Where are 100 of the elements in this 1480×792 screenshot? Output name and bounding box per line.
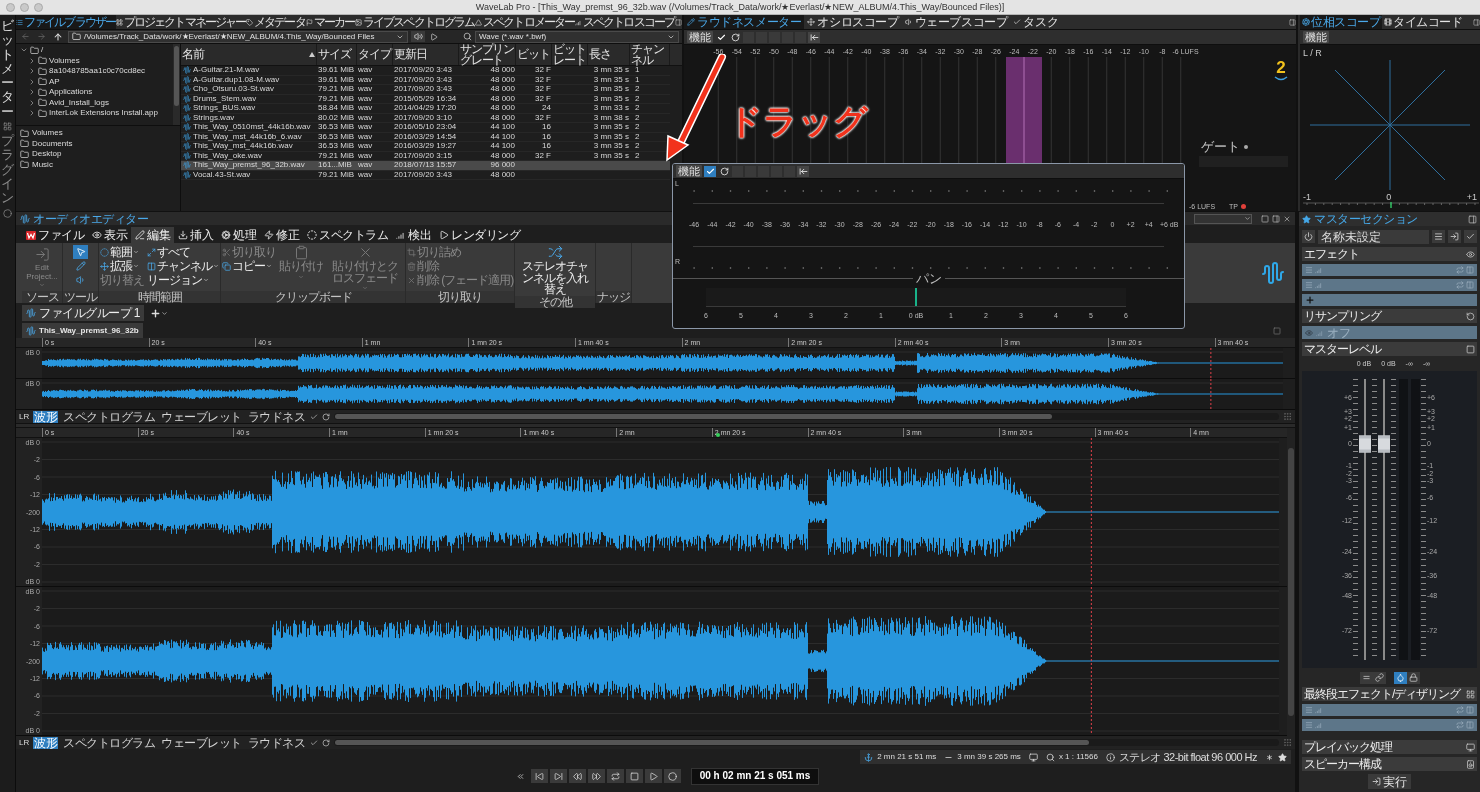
table-cell: 2017/09/20 3:43 [394,84,452,94]
table-cell: 2017/09/20 3:43 [394,74,452,84]
table-cell: 16 [542,141,551,151]
group-label: 切り取り [406,291,515,303]
panel-title: オーディオエディター [33,212,148,225]
table-cell: 32 F [535,65,551,75]
group-label: クリップボード [221,291,405,303]
table-cell: Strings_BUS.wav [193,104,256,113]
table-cell: 2017/09/20 3:43 [394,65,452,75]
channel-label: L / R [1303,49,1323,58]
table-cell: 3 mn 35 s [593,141,629,151]
table-cell: This_Way_mst_44k16b_6.wav [193,132,302,141]
table-cell: 44 100 [490,131,515,141]
table-cell: 2 [635,141,640,151]
table-cell: 2014/04/29 17:20 [394,103,457,113]
table-cell: 39.61 MiB [318,65,355,75]
table-cell: 44 100 [490,122,515,132]
table-cell: 2 [635,131,640,141]
logo-number: 2 [1276,59,1286,76]
table-cell: 2 [635,93,640,103]
table-cell: This_Way_oke.wav [193,151,263,160]
table-cell: wav [358,150,373,160]
cursor-position: 2 mn 21 s 51 ms [877,753,937,761]
table-cell: 2018/07/13 15:57 [394,160,457,170]
table-cell: 48 000 [490,112,515,122]
table-cell: 3 mn 35 s [593,74,629,84]
table-cell: 2016/05/10 23:04 [394,122,457,132]
table-cell: 16 [542,122,551,132]
table-cell: Strings.wav [193,113,235,122]
table-cell: 32 F [535,74,551,84]
table-cell: wav [358,160,373,170]
table-cell: 58.84 MiB [318,103,355,113]
table-cell: 2 [635,122,640,132]
audio-format: ステレオ 32-bit float 96 000 Hz [1118,751,1257,763]
table-cell: This_Way_0510mst_44k16b.wav [193,123,311,132]
channel-label: LR [19,412,30,421]
table-cell: 36.53 MiB [318,141,355,151]
table-cell: 32 F [535,84,551,94]
axis-label: +1 [1466,192,1477,202]
table-cell: wav [358,131,373,141]
table-cell: 79.21 MiB [318,150,355,160]
table-cell: 48 000 [490,103,515,113]
table-cell: 3 mn 35 s [593,131,629,141]
table-cell: 79.21 MiB [318,84,355,94]
table-cell: 2017/09/20 3:43 [394,169,452,179]
table-cell: 3 mn 33 s [593,103,629,113]
table-cell: 96 000 [490,160,515,170]
table-cell: 48 000 [490,74,515,84]
table-cell: 2016/03/29 14:54 [394,131,457,141]
group-label: 時間範囲 [99,291,220,303]
window-title: WaveLab Pro - [This_Way_premst_96_32b.wav (/Volumes/Track_Data/work/★Everlast/★NEW_ALBUM/4.This_Way/Bounced Files)] [474,2,1006,12]
table-cell: 161...MiB [318,160,352,170]
table-cell: Drums_Stem.wav [193,94,257,103]
gate-label: ゲート [1201,140,1240,153]
table-cell: 48 000 [490,169,515,179]
group-label: その他 [515,295,596,308]
section-title: プレイバック処理 [1304,741,1392,753]
group-label: ソース [22,291,62,303]
table-cell: 2 [635,84,640,94]
axis-label: -1 [1303,192,1311,202]
table-cell: 1 [635,65,640,75]
table-cell: wav [358,93,373,103]
table-cell: wav [358,84,373,94]
table-cell: 79.21 MiB [318,169,355,179]
table-cell: 3 mn 35 s [593,65,629,75]
table-cell: 48 000 [490,65,515,75]
table-cell: wav [358,141,373,151]
table-cell: 2017/09/20 3:10 [394,112,452,122]
table-cell: 44 100 [490,141,515,151]
table-cell: 2 [635,103,640,113]
table-cell: 2 [635,150,640,160]
table-cell: 36.53 MiB [318,131,355,141]
table-cell: wav [358,122,373,132]
table-cell: Cho_Otsuru.03-St.wav [193,85,274,94]
table-cell: wav [358,65,373,75]
group-label: ナッジ [596,291,632,303]
table-cell: wav [358,112,373,122]
table-cell: 48 000 [490,150,515,160]
table-cell: 32 F [535,93,551,103]
table-cell: 3 mn 35 s [593,93,629,103]
table-cell: 3 mn 35 s [593,84,629,94]
table-cell: wav [358,103,373,113]
table-cell: Vocal.43-St.wav [193,170,251,179]
table-cell: This_Way_mst_44k16b.wav [193,142,293,151]
section-title: スピーカー構成 [1304,758,1381,770]
table-cell: 48 000 [490,84,515,94]
section-title: リサンプリング [1304,310,1381,322]
table-cell: 24 [542,103,551,113]
table-cell: A-Guitar.dup1.08-M.wav [193,75,280,84]
table-cell: A-Guitar.21-M.wav [193,66,260,75]
time-display: 00 h 02 mn 21 s 051 ms [690,767,820,785]
table-cell: wav [358,74,373,84]
table-cell: 3 mn 35 s [593,150,629,160]
panel-title: マスターセクション [1314,213,1418,225]
table-cell: wav [358,169,373,179]
axis-label: 0 [1386,192,1392,202]
section-title: 最終段エフェクト/ディザリング [1304,688,1461,700]
table-cell: 3 mn 38 s [593,112,629,122]
table-cell: 48 000 [490,93,515,103]
table-cell: 3 mn 35 s [593,122,629,132]
